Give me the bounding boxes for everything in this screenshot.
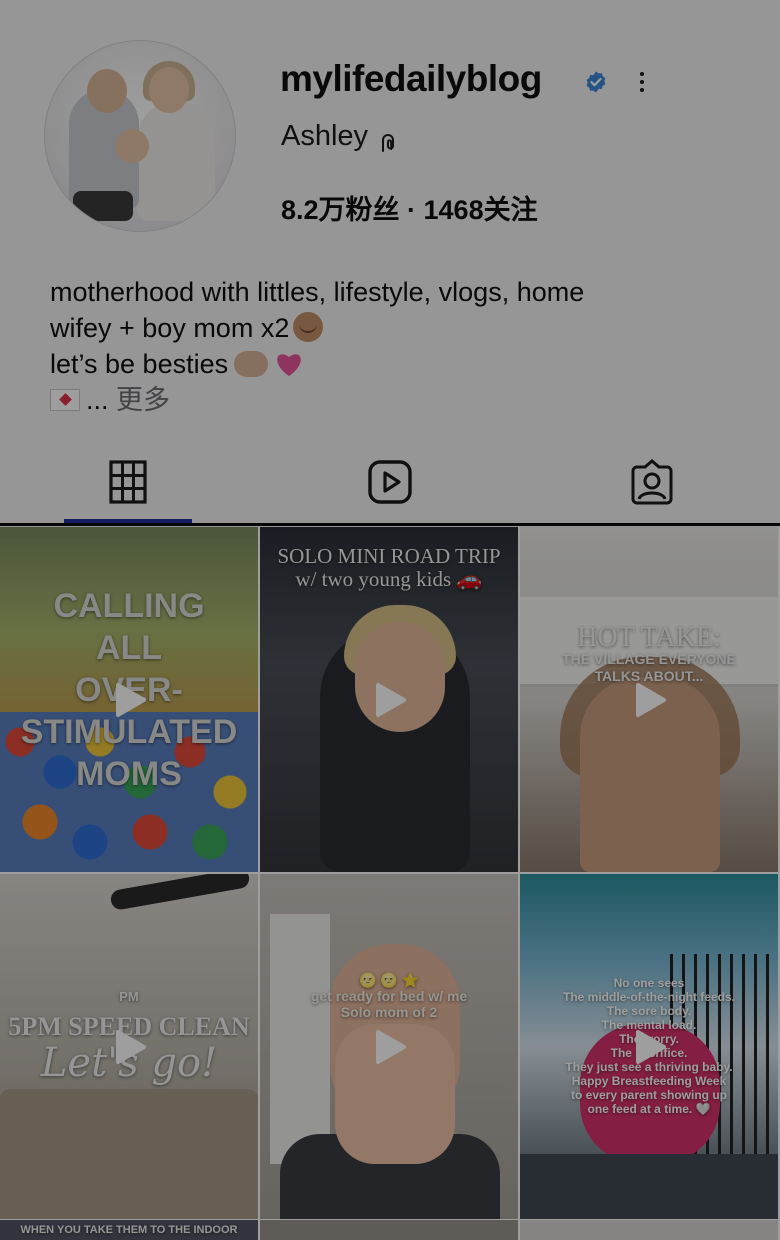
caption-line: Solo mom of 2 [340, 1004, 438, 1020]
caption-line: The sore body. [606, 1004, 692, 1018]
caption-line: No one sees [613, 976, 685, 990]
tab-reels[interactable] [326, 440, 454, 524]
play-icon [636, 1029, 666, 1064]
handshake-emoji-icon [234, 351, 269, 377]
bio-line[interactable]: ... 更多 [50, 382, 740, 418]
thumbnail-scene [0, 1089, 258, 1219]
caption-line: w/ two young kids 🚗 [295, 567, 483, 591]
love-letter-emoji-icon [50, 389, 80, 411]
bio-ellipsis: ... [86, 385, 109, 415]
caption-title: HOT TAKE: [577, 622, 721, 653]
post-thumbnail[interactable]: No one sees The middle-of-the-night feed… [520, 874, 778, 1219]
bio-more-link[interactable]: 更多 [116, 385, 170, 415]
posts-grid: CALLING ALL OVER- STIMULATED MOMS SOLO M… [0, 527, 780, 1240]
caption-line: to every parent showing up [570, 1088, 728, 1102]
avatar-figure [73, 191, 133, 221]
bio-line: wifey + boy mom x2 [50, 310, 740, 346]
tab-tagged[interactable] [588, 440, 716, 524]
caption-line: SOLO MINI ROAD TRIP [277, 544, 501, 568]
post-thumbnail[interactable]: HOT TAKE: THE VILLAGE EVERYONE TALKS ABO… [520, 527, 778, 872]
play-icon [636, 682, 666, 717]
caption-line: The middle-of-the-night feeds. [563, 990, 735, 1004]
profile-bio: motherhood with littles, lifestyle, vlog… [50, 274, 740, 418]
grid-icon [109, 460, 147, 504]
profile-username: mylifedailyblog [280, 58, 542, 99]
follower-following-stats[interactable]: 8.2万粉丝 · 1468关注 [281, 188, 538, 227]
more-options-icon[interactable] [628, 66, 656, 98]
caption-line: one feed at a time. 🤍 [587, 1102, 711, 1116]
heart-emoji-icon [277, 354, 301, 376]
caption-line: 🌝 🌝 ⭐ [358, 972, 420, 988]
thumbnail-scene [520, 1154, 778, 1219]
verified-badge-icon [586, 71, 606, 93]
tab-bar-divider [0, 523, 780, 526]
caption-line: WHEN YOU TAKE THEM TO THE INDOOR [20, 1224, 238, 1236]
post-caption: WHEN YOU TAKE THEM TO THE INDOOR [0, 1224, 258, 1236]
profile-avatar[interactable] [44, 40, 236, 232]
post-thumbnail[interactable] [520, 1220, 778, 1240]
bio-line: motherhood with littles, lifestyle, vlog… [50, 274, 740, 310]
avatar-figure [87, 69, 127, 113]
tab-grid[interactable] [64, 440, 192, 524]
play-icon [376, 682, 406, 717]
tagged-icon [631, 459, 673, 505]
post-caption: 🌝 🌝 ⭐ get ready for bed w/ me Solo mom o… [260, 972, 518, 1020]
play-icon [116, 1029, 146, 1064]
post-thumbnail[interactable]: SOLO MINI ROAD TRIP w/ two young kids 🚗 [260, 527, 518, 872]
play-icon [116, 682, 146, 717]
post-thumbnail[interactable] [260, 1220, 518, 1240]
profile-page: mylifedailyblog Ashley 8.2万粉丝 · 1468关注 m… [0, 0, 780, 1240]
post-thumbnail[interactable]: PM 5PM SPEED CLEAN Let's go! [0, 874, 258, 1219]
avatar-figure [115, 129, 149, 163]
post-caption: SOLO MINI ROAD TRIP w/ two young kids 🚗 [260, 545, 518, 591]
caption-line: PM [119, 989, 139, 1004]
post-thumbnail[interactable]: WHEN YOU TAKE THEM TO THE INDOOR [0, 1220, 258, 1240]
play-icon [376, 1029, 406, 1064]
caption-line: get ready for bed w/ me [310, 988, 468, 1004]
caption-line: ALL [95, 629, 163, 667]
threads-icon[interactable] [379, 131, 397, 153]
caption-line: Happy Breastfeeding Week [571, 1074, 727, 1088]
caption-line: MOMS [76, 755, 182, 793]
reels-icon [368, 460, 412, 504]
bio-line: let’s be besties [50, 346, 740, 382]
thumbnail-scene [270, 914, 330, 1164]
caption-line: CALLING [53, 587, 205, 625]
caption-line: THE VILLAGE EVERYONE [562, 651, 736, 667]
avatar-figure [149, 67, 189, 113]
baby-emoji-icon [293, 312, 324, 342]
thumbnail-scene [109, 874, 251, 912]
profile-display-name: Ashley [281, 120, 369, 152]
bio-line-text: wifey + boy mom x2 [50, 313, 290, 343]
bio-line-text: let’s be besties [50, 349, 229, 379]
post-caption: HOT TAKE: THE VILLAGE EVERYONE TALKS ABO… [520, 622, 778, 685]
post-thumbnail[interactable]: 🌝 🌝 ⭐ get ready for bed w/ me Solo mom o… [260, 874, 518, 1219]
bio-line-text: motherhood with littles, lifestyle, vlog… [50, 277, 585, 307]
post-thumbnail[interactable]: CALLING ALL OVER- STIMULATED MOMS [0, 527, 258, 872]
avatar-figure [137, 101, 215, 221]
